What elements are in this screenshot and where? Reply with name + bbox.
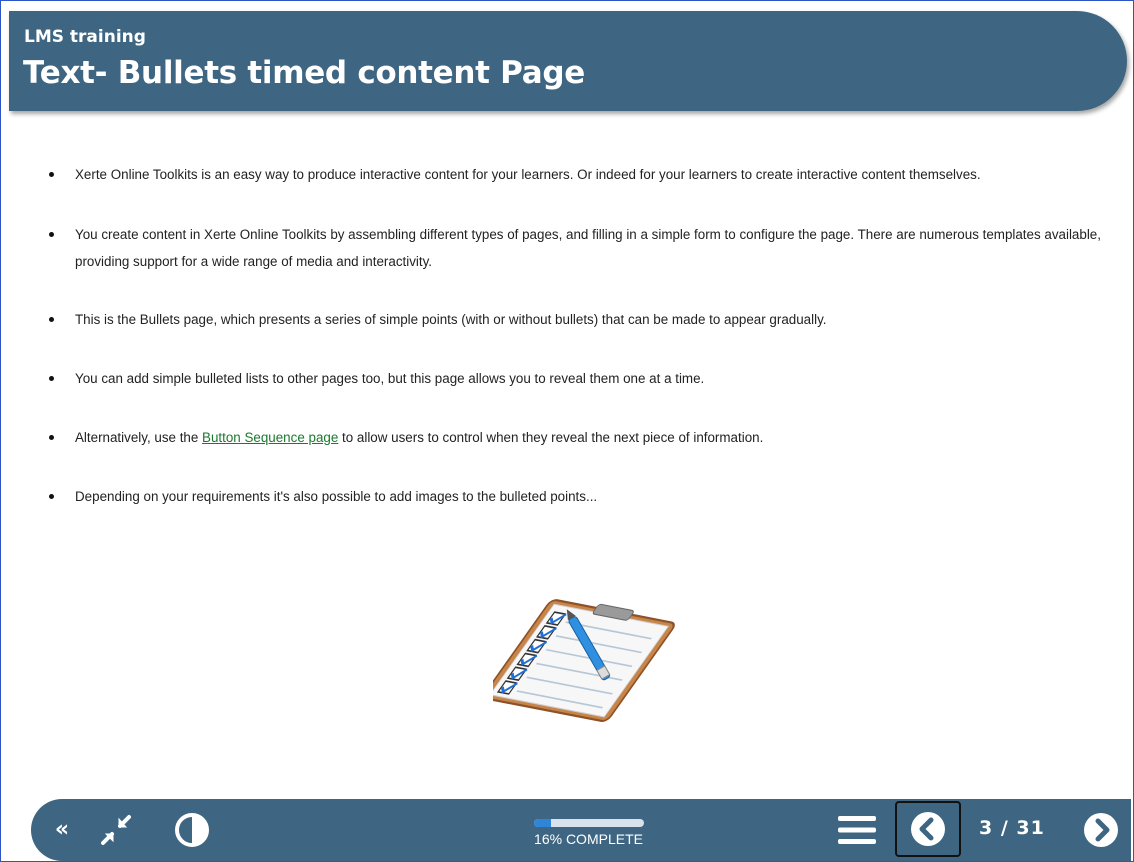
bullet-text-before: Alternatively, use the bbox=[75, 430, 203, 445]
bullet-dot bbox=[49, 232, 54, 237]
chevron-right-circle-icon bbox=[1084, 813, 1118, 847]
page-frame: LMS training Text- Bullets timed content… bbox=[0, 0, 1134, 862]
bullet-dot bbox=[49, 376, 54, 381]
bullet-text: This is the Bullets page, which presents… bbox=[75, 312, 827, 327]
bullet-item: You create content in Xerte Online Toolk… bbox=[49, 221, 1124, 275]
contrast-button[interactable] bbox=[173, 811, 211, 849]
contrast-icon bbox=[175, 813, 209, 847]
next-page-button[interactable] bbox=[1083, 812, 1119, 848]
progress-indicator: 16% COMPLETE bbox=[526, 819, 651, 847]
collapse-button[interactable]: « bbox=[47, 814, 77, 844]
progress-label: 16% COMPLETE bbox=[534, 831, 643, 847]
bullet-text: You create content in Xerte Online Toolk… bbox=[75, 227, 1101, 269]
page-header: LMS training Text- Bullets timed content… bbox=[9, 11, 1127, 111]
page-title: Text- Bullets timed content Page bbox=[23, 55, 586, 91]
course-title: LMS training bbox=[24, 27, 146, 47]
bullet-text: Depending on your requirements it's also… bbox=[75, 489, 598, 504]
chevron-left-circle-icon bbox=[911, 812, 945, 846]
bullet-item: Xerte Online Toolkits is an easy way to … bbox=[49, 161, 1124, 188]
page-counter: 3 / 31 bbox=[979, 817, 1045, 839]
double-chevron-left-icon: « bbox=[54, 816, 70, 842]
bullet-item: Depending on your requirements it's also… bbox=[49, 483, 1124, 510]
bullet-item: Alternatively, use the Button Sequence p… bbox=[49, 424, 1124, 451]
clipboard-checklist-icon bbox=[483, 599, 688, 727]
bullet-text: You can add simple bulleted lists to oth… bbox=[75, 371, 705, 386]
bullet-dot bbox=[49, 172, 54, 177]
bullet-list: Xerte Online Toolkits is an easy way to … bbox=[49, 161, 1124, 510]
exit-fullscreen-button[interactable] bbox=[97, 811, 135, 849]
bullet-dot bbox=[49, 435, 54, 440]
bullet-text: Xerte Online Toolkits is an easy way to … bbox=[75, 167, 981, 182]
progress-fill bbox=[533, 819, 552, 827]
bullet-dot bbox=[49, 494, 54, 499]
menu-button[interactable] bbox=[837, 812, 877, 848]
progress-bar bbox=[533, 819, 644, 827]
bullet-item: This is the Bullets page, which presents… bbox=[49, 306, 1124, 333]
footer-toolbar: « 16% COMPLETE 3 / 31 bbox=[31, 799, 1131, 861]
main-content: Xerte Online Toolkits is an easy way to … bbox=[49, 161, 1124, 542]
bullet-text-after: to allow users to control when they reve… bbox=[338, 430, 764, 445]
bullet-dot bbox=[49, 317, 54, 322]
previous-page-button[interactable] bbox=[895, 801, 961, 857]
compress-arrows-icon bbox=[101, 815, 131, 845]
bullet-item: You can add simple bulleted lists to oth… bbox=[49, 365, 1124, 392]
button-sequence-page-link[interactable]: Button Sequence page bbox=[202, 430, 338, 445]
hamburger-menu-icon bbox=[838, 816, 876, 844]
